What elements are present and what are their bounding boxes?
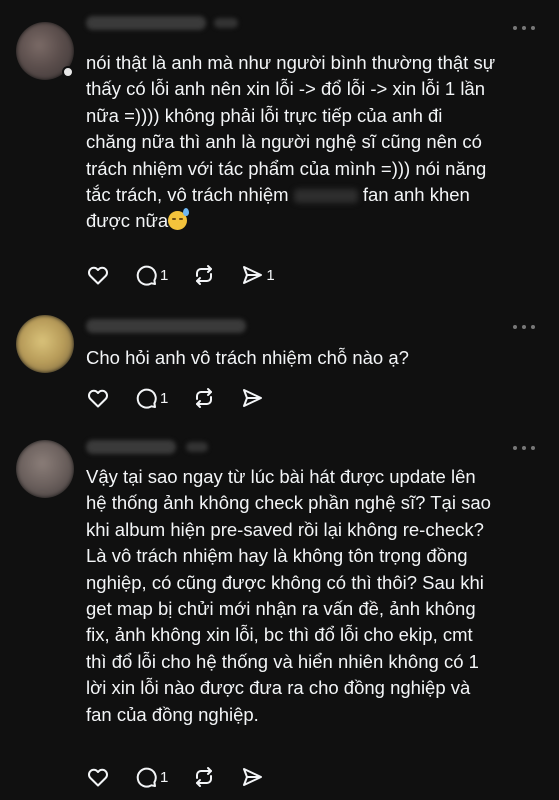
share-button[interactable] (240, 765, 264, 789)
repost-icon (196, 388, 213, 408)
avatar[interactable] (16, 440, 74, 498)
text-line: lời xin lỗi nào được đưa ra cho đồng ngh… (86, 677, 471, 699)
share-count: 1 (266, 266, 275, 284)
action-bar: 1 1 (86, 261, 299, 289)
send-icon (243, 389, 263, 407)
action-bar: 1 (86, 384, 288, 412)
repost-button[interactable] (192, 765, 216, 789)
text-line: fix, ảnh không xin lỗi, bc thì đổ lỗi ch… (86, 624, 473, 646)
more-dots-icon[interactable] (511, 444, 537, 452)
text-line: Vậy tại sao ngay từ lúc bài hát được upd… (86, 466, 476, 487)
repost-icon (196, 767, 213, 787)
timestamp (214, 18, 238, 28)
reply-button[interactable]: 1 (134, 765, 168, 789)
text-line: nói thật là anh mà như người bình thường… (86, 52, 496, 73)
text-line: get map bị chửi mới nhận ra vấn đề, ảnh … (86, 598, 476, 620)
like-button[interactable] (86, 386, 110, 410)
more-dots-icon[interactable] (511, 24, 537, 32)
text-line: trách nhiệm với tác phẩm của mình =))) n… (86, 157, 487, 179)
text-line: fan của đồng nghiệp. (86, 703, 259, 725)
thread-post-2: Cho hỏi anh vô trách nhiệm chỗ nào ạ? 1 (0, 305, 559, 425)
post-text: Cho hỏi anh vô trách nhiệm chỗ nào ạ? (86, 345, 546, 371)
like-button[interactable] (86, 263, 110, 287)
text-line: khi album hiện pre-saved rồi lại không r… (86, 518, 484, 540)
text-line: Là vô trách nhiệm hay là không tôn trọng… (86, 545, 468, 567)
post-text: nói thật là anh mà như người bình thường… (86, 50, 546, 235)
repost-button[interactable] (192, 263, 216, 287)
share-button[interactable]: 1 (240, 263, 275, 287)
timestamp (186, 442, 208, 452)
text-line: Cho hỏi anh vô trách nhiệm chỗ nào ạ? (86, 347, 409, 368)
redacted-text (293, 189, 358, 204)
repost-icon (196, 265, 213, 285)
username[interactable] (86, 319, 246, 333)
send-icon (243, 768, 263, 786)
action-bar: 1 (86, 763, 288, 791)
heart-icon (88, 266, 108, 285)
text-line: được nữa (86, 208, 546, 234)
text-line: tắc trách, vô trách nhiệm fan anh khen (86, 182, 546, 208)
reply-count: 1 (160, 389, 169, 407)
reply-button[interactable]: 1 (134, 386, 168, 410)
like-button[interactable] (86, 765, 110, 789)
text-line: hệ thống ảnh không check phần nghệ sĩ? T… (86, 492, 491, 514)
avatar[interactable] (16, 315, 74, 373)
text-line: nữa =)))) không phải lỗi trực tiếp của a… (86, 104, 443, 126)
text-fragment: fan anh khen (362, 184, 470, 206)
share-button[interactable] (240, 386, 264, 410)
send-icon (243, 266, 263, 284)
thread-post-3: Vậy tại sao ngay từ lúc bài hát được upd… (0, 430, 559, 800)
repost-button[interactable] (192, 386, 216, 410)
comment-icon (136, 265, 157, 286)
text-fragment: được nữa (86, 210, 169, 232)
post-text: Vậy tại sao ngay từ lúc bài hát được upd… (86, 464, 546, 728)
text-line: thì đổ lỗi cho hệ thống và hiển nhiên kh… (86, 650, 479, 672)
text-line: thấy có lỗi anh nên xin lỗi -> đổ lỗi ->… (86, 78, 486, 100)
heart-icon (88, 768, 108, 787)
reply-button[interactable]: 1 (134, 263, 168, 287)
follow-badge-icon[interactable] (62, 66, 74, 78)
heart-icon (88, 389, 108, 408)
comment-icon (136, 388, 157, 409)
username[interactable] (86, 16, 206, 30)
text-line: chăng nữa thì anh là người nghệ sĩ cũng … (86, 131, 482, 153)
username[interactable] (86, 440, 176, 454)
reply-count: 1 (160, 768, 169, 786)
downcast-sweat-emoji-icon (168, 208, 190, 231)
reply-count: 1 (160, 266, 169, 284)
comment-icon (136, 767, 157, 788)
text-fragment: tắc trách, vô trách nhiệm (86, 184, 289, 206)
more-dots-icon[interactable] (511, 323, 537, 331)
thread-post-1: nói thật là anh mà như người bình thường… (0, 0, 559, 300)
text-line: nghiệp, có cũng được không có thì thôi? … (86, 571, 484, 593)
